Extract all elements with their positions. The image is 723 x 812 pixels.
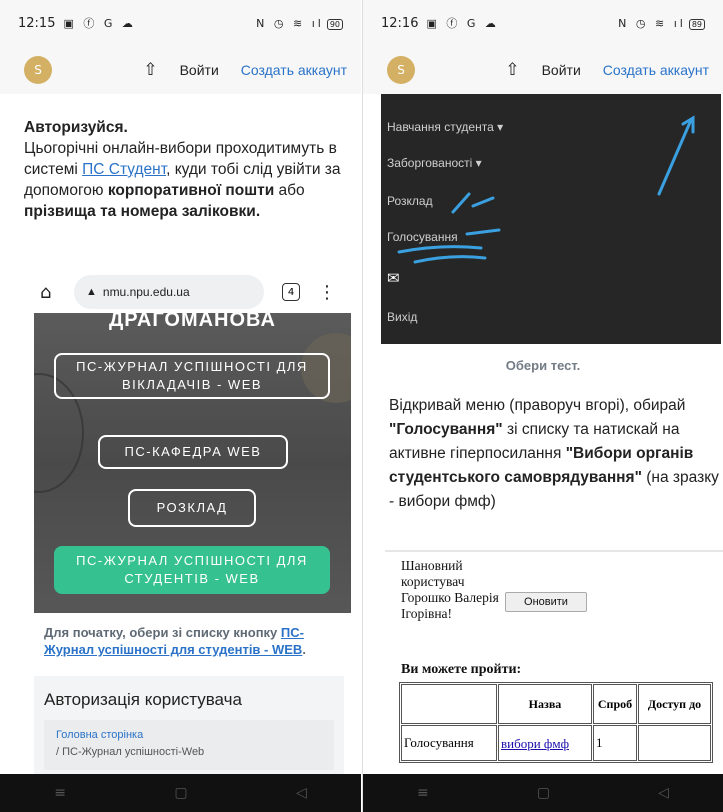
hero-title: ДРАГОМАНОВА: [109, 313, 276, 331]
browser-toolbar: ⌂ ▲ nmu.npu.edu.ua 4 ⋮: [40, 273, 340, 311]
table-header-row: Назва Спроб Доступ до: [401, 684, 711, 724]
instruction-bold: "Голосування": [389, 421, 503, 438]
breadcrumb-current: / ПС-Журнал успішності-Web: [56, 746, 205, 758]
status-bar: 12:15 ▣ ⓕ G ☁ Ν ◷ ≋ ıl 90: [0, 0, 361, 46]
scribble-arrow: [657, 115, 695, 196]
avatar[interactable]: S: [387, 56, 415, 84]
intro-bold: корпоративної пошти: [107, 182, 275, 199]
annotation-scribbles: [397, 115, 695, 264]
scribble-underline: [397, 228, 501, 264]
android-navbar: ≡ ▢ ◁: [363, 774, 723, 812]
status-time: 12:15: [18, 15, 56, 31]
intro-text: Авторизуйся. Цьогорічні онлайн-вибори пр…: [24, 117, 349, 222]
back-icon[interactable]: ◁: [296, 785, 307, 801]
share-icon[interactable]: ⇧: [143, 60, 157, 80]
create-account-link[interactable]: Создать аккаунт: [241, 62, 347, 78]
ps-student-link[interactable]: ПС Студент: [82, 161, 166, 178]
auth-section: Авторизація користувача Головна сторінка…: [34, 676, 344, 776]
system-icons: Ν ◷ ≋ ıl 89: [618, 17, 705, 30]
schedule-button[interactable]: РОЗКЛАД: [128, 489, 256, 527]
menu-icon[interactable]: ≡: [54, 785, 66, 801]
home-nav-icon[interactable]: ▢: [174, 785, 187, 801]
department-button[interactable]: ПС-КАФЕДРА WEB: [98, 435, 288, 469]
journal-teachers-button[interactable]: ПС-ЖУРНАЛ УСПІШНОСТІ ДЛЯ ВІКЛАДАЧІВ - WE…: [54, 353, 330, 399]
login-button[interactable]: Войти: [542, 62, 581, 78]
right-screenshot: 12:16 ▣ ⓕ G ☁ Ν ◷ ≋ ıl 89 S ⇧ Войти Созда…: [362, 0, 723, 812]
vote-link[interactable]: вибори фмф: [501, 736, 589, 751]
left-caption: Для початку, обери зі списку кнопку ПС-Ж…: [44, 624, 344, 658]
system-icons: Ν ◷ ≋ ıl 90: [256, 17, 343, 30]
warning-icon: ▲: [86, 286, 97, 298]
divider: [385, 550, 723, 552]
column-header: Доступ до: [638, 684, 711, 724]
caption-text: Для початку, обери зі списку кнопку: [44, 625, 281, 640]
cell-name: вибори фмф: [498, 725, 592, 761]
status-time: 12:16: [381, 15, 419, 31]
refresh-button[interactable]: Оновити: [505, 592, 587, 612]
android-navbar: ≡ ▢ ◁: [0, 774, 361, 812]
url-text: nmu.npu.edu.ua: [102, 285, 190, 299]
avatar[interactable]: S: [24, 56, 52, 84]
intro-heading: Авторизуйся.: [24, 119, 128, 136]
status-bar: 12:16 ▣ ⓕ G ☁ Ν ◷ ≋ ıl 89: [363, 0, 723, 46]
cell-access: [638, 725, 711, 761]
left-screenshot: 12:15 ▣ ⓕ G ☁ Ν ◷ ≋ ıl 90 S ⇧ Войти Созда…: [0, 0, 361, 812]
cell-type: Голосування: [401, 725, 497, 761]
breadcrumb-home[interactable]: Головна сторінка: [56, 727, 322, 744]
dropdown-menu: Навчання студента ▾ Заборгованості ▾ Роз…: [381, 94, 721, 344]
notification-icons: ▣ ⓕ G ☁: [426, 17, 499, 30]
scribble-mark: [451, 192, 495, 214]
auth-title: Авторизація користувача: [44, 690, 242, 709]
tabs-count-icon[interactable]: 4: [282, 283, 300, 301]
back-icon[interactable]: ◁: [658, 785, 669, 801]
signal-icons: Ν ◷ ≋ ıl: [618, 16, 686, 30]
instruction-text: Відкривай меню (праворуч вгорі), обирай …: [389, 394, 719, 514]
intro-bold: прізвища та номера заліковки.: [24, 203, 261, 220]
more-menu-icon[interactable]: ⋮: [318, 282, 336, 303]
hero-banner: ДРАГОМАНОВА ПС-ЖУРНАЛ УСПІШНОСТІ ДЛЯ ВІК…: [34, 313, 351, 613]
notification-icons: ▣ ⓕ G ☁: [63, 17, 136, 30]
battery-icon: 90: [326, 18, 343, 30]
table-row: Голосування вибори фмф 1: [401, 725, 711, 761]
cell-attempts: 1: [593, 725, 637, 761]
journal-students-button[interactable]: ПС-ЖУРНАЛ УСПІШНОСТІ ДЛЯ СТУДЕНТІВ - WEB: [54, 546, 330, 594]
column-header: [401, 684, 497, 724]
column-header: Назва: [498, 684, 592, 724]
column-header: Спроб: [593, 684, 637, 724]
home-nav-icon[interactable]: ▢: [537, 785, 550, 801]
caption-end: .: [302, 642, 306, 657]
can-pass-heading: Ви можете пройти:: [401, 662, 522, 677]
login-button[interactable]: Войти: [180, 62, 219, 78]
voting-page: Шановний користувач Горошко Валерія Ігор…: [385, 550, 723, 790]
breadcrumb: Головна сторінка / ПС-Журнал успішності-…: [44, 720, 334, 770]
intro-line: або: [274, 182, 305, 199]
share-icon[interactable]: ⇧: [505, 60, 519, 80]
tests-table: Назва Спроб Доступ до Голосування вибори…: [399, 682, 713, 763]
home-icon[interactable]: ⌂: [40, 282, 66, 303]
app-topbar: S ⇧ Войти Создать аккаунт: [0, 46, 361, 94]
menu-icon[interactable]: ≡: [417, 785, 429, 801]
url-bar[interactable]: ▲ nmu.npu.edu.ua: [74, 275, 264, 309]
create-account-link[interactable]: Создать аккаунт: [603, 62, 709, 78]
user-greeting: Шановний користувач Горошко Валерія Ігор…: [401, 558, 499, 621]
right-caption: Обери тест.: [505, 358, 581, 373]
instruction-part: Відкривай меню (праворуч вгорі), обирай: [389, 397, 686, 414]
app-topbar: S ⇧ Войти Создать аккаунт: [363, 46, 723, 94]
battery-icon: 89: [688, 18, 705, 30]
signal-icons: Ν ◷ ≋ ıl: [256, 16, 324, 30]
